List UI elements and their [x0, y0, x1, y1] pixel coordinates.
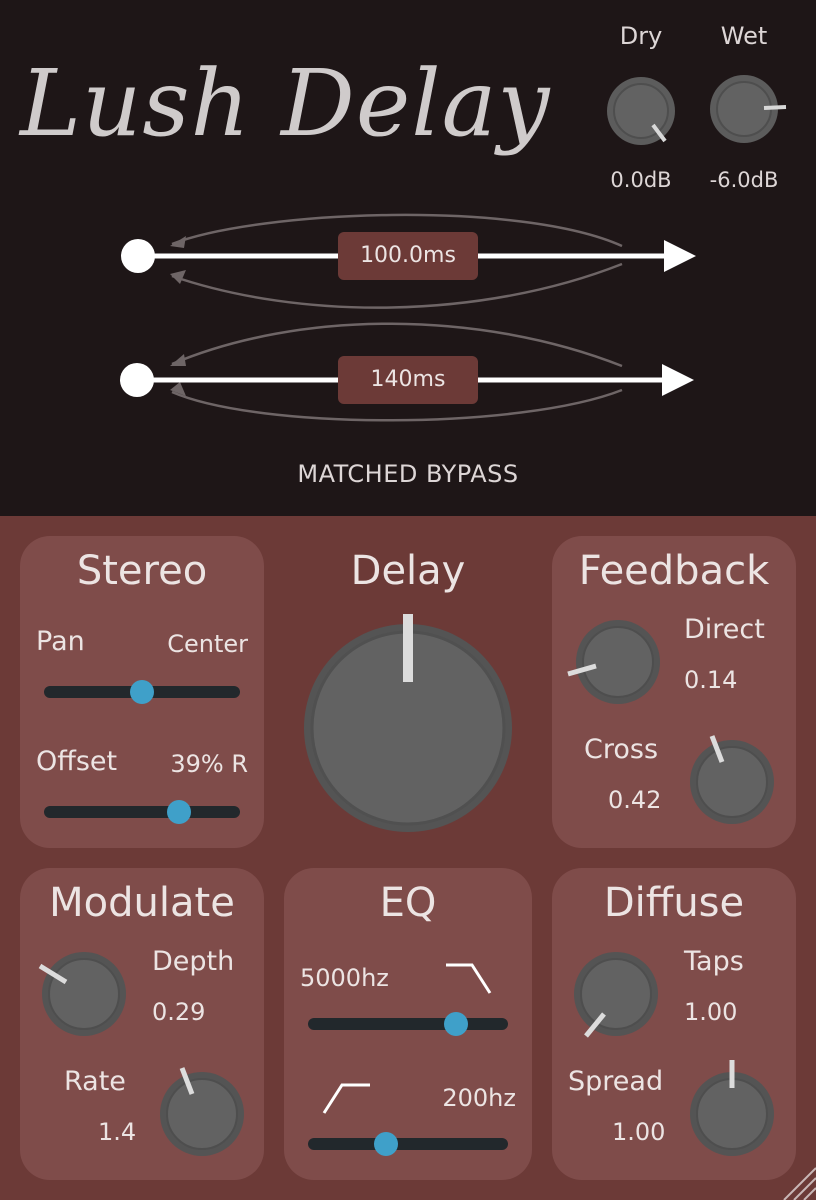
depth-label: Depth [152, 946, 235, 977]
direct-value: 0.14 [684, 666, 738, 694]
dry-label: Dry [619, 22, 663, 50]
rate-value: 1.4 [98, 1118, 137, 1146]
delay-time-knob[interactable] [300, 612, 516, 834]
diffuse-title: Diffuse [603, 880, 745, 926]
depth-value: 0.29 [152, 998, 206, 1026]
controls-section: Stereo Pan Center Offset 39% R Delay Fee… [0, 516, 816, 1200]
wet-value: -6.0dB [709, 168, 779, 192]
offset-label: Offset [36, 746, 118, 777]
rate-label: Rate [64, 1066, 126, 1097]
highcut-filter-icon [446, 963, 492, 994]
direct-label: Direct [684, 614, 765, 645]
cross-feedback-knob[interactable] [684, 732, 780, 828]
cross-label: Cross [584, 734, 659, 765]
spread-label: Spread [568, 1066, 664, 1097]
taps-value: 1.00 [684, 998, 738, 1026]
pan-label: Pan [36, 626, 85, 657]
wet-label: Wet [720, 22, 768, 50]
resize-grip-icon[interactable] [776, 1160, 816, 1200]
wet-knob[interactable] [706, 73, 790, 149]
plugin-title: Lush Delay [20, 50, 551, 157]
dry-value: 0.0dB [610, 168, 672, 192]
modulate-title: Modulate [49, 880, 235, 926]
feedback-title: Feedback [578, 548, 770, 594]
lowcut-filter-icon [322, 1083, 370, 1114]
highcut-slider-thumb[interactable] [444, 1012, 468, 1036]
pan-slider[interactable] [44, 680, 240, 704]
matched-bypass-toggle[interactable]: MATCHED BYPASS [0, 460, 816, 488]
left-tap-handle[interactable] [121, 239, 155, 273]
pan-slider-thumb[interactable] [130, 680, 154, 704]
stereo-panel: Stereo Pan Center Offset 39% R [20, 536, 264, 848]
lowcut-slider[interactable] [308, 1132, 508, 1156]
highcut-value: 5000hz [300, 964, 389, 992]
right-tap-handle[interactable] [120, 363, 154, 397]
pan-value: Center [167, 630, 248, 658]
left-delay-time[interactable]: 100.0ms [338, 232, 478, 280]
diffuse-panel: Diffuse Taps 1.00 Spread 1.00 [552, 868, 796, 1180]
cross-value: 0.42 [608, 786, 662, 814]
dry-knob[interactable] [603, 75, 679, 151]
lowcut-value: 200hz [442, 1084, 516, 1112]
taps-label: Taps [684, 946, 744, 977]
delay-title: Delay [350, 548, 466, 594]
offset-slider[interactable] [44, 800, 240, 824]
feedback-panel: Feedback Direct 0.14 Cross 0.42 [552, 536, 796, 848]
eq-panel: EQ 5000hz 200hz [284, 868, 532, 1180]
eq-title: EQ [379, 880, 437, 926]
lowcut-slider-thumb[interactable] [374, 1132, 398, 1156]
modulate-panel: Modulate Depth 0.29 Rate 1.4 [20, 868, 264, 1180]
header-section: Lush Delay Dry 0.0dB Wet -6.0dB 100.0ms … [0, 0, 816, 516]
highcut-slider[interactable] [308, 1012, 508, 1036]
right-delay-time[interactable]: 140ms [338, 356, 478, 404]
spread-knob[interactable] [684, 1060, 780, 1160]
taps-knob[interactable] [568, 948, 664, 1048]
rate-knob[interactable] [154, 1064, 250, 1160]
stereo-title: Stereo [76, 548, 208, 594]
spread-value: 1.00 [612, 1118, 666, 1146]
offset-slider-thumb[interactable] [167, 800, 192, 824]
offset-value: 39% R [170, 750, 248, 778]
depth-knob[interactable] [36, 948, 132, 1040]
direct-feedback-knob[interactable] [566, 616, 662, 708]
